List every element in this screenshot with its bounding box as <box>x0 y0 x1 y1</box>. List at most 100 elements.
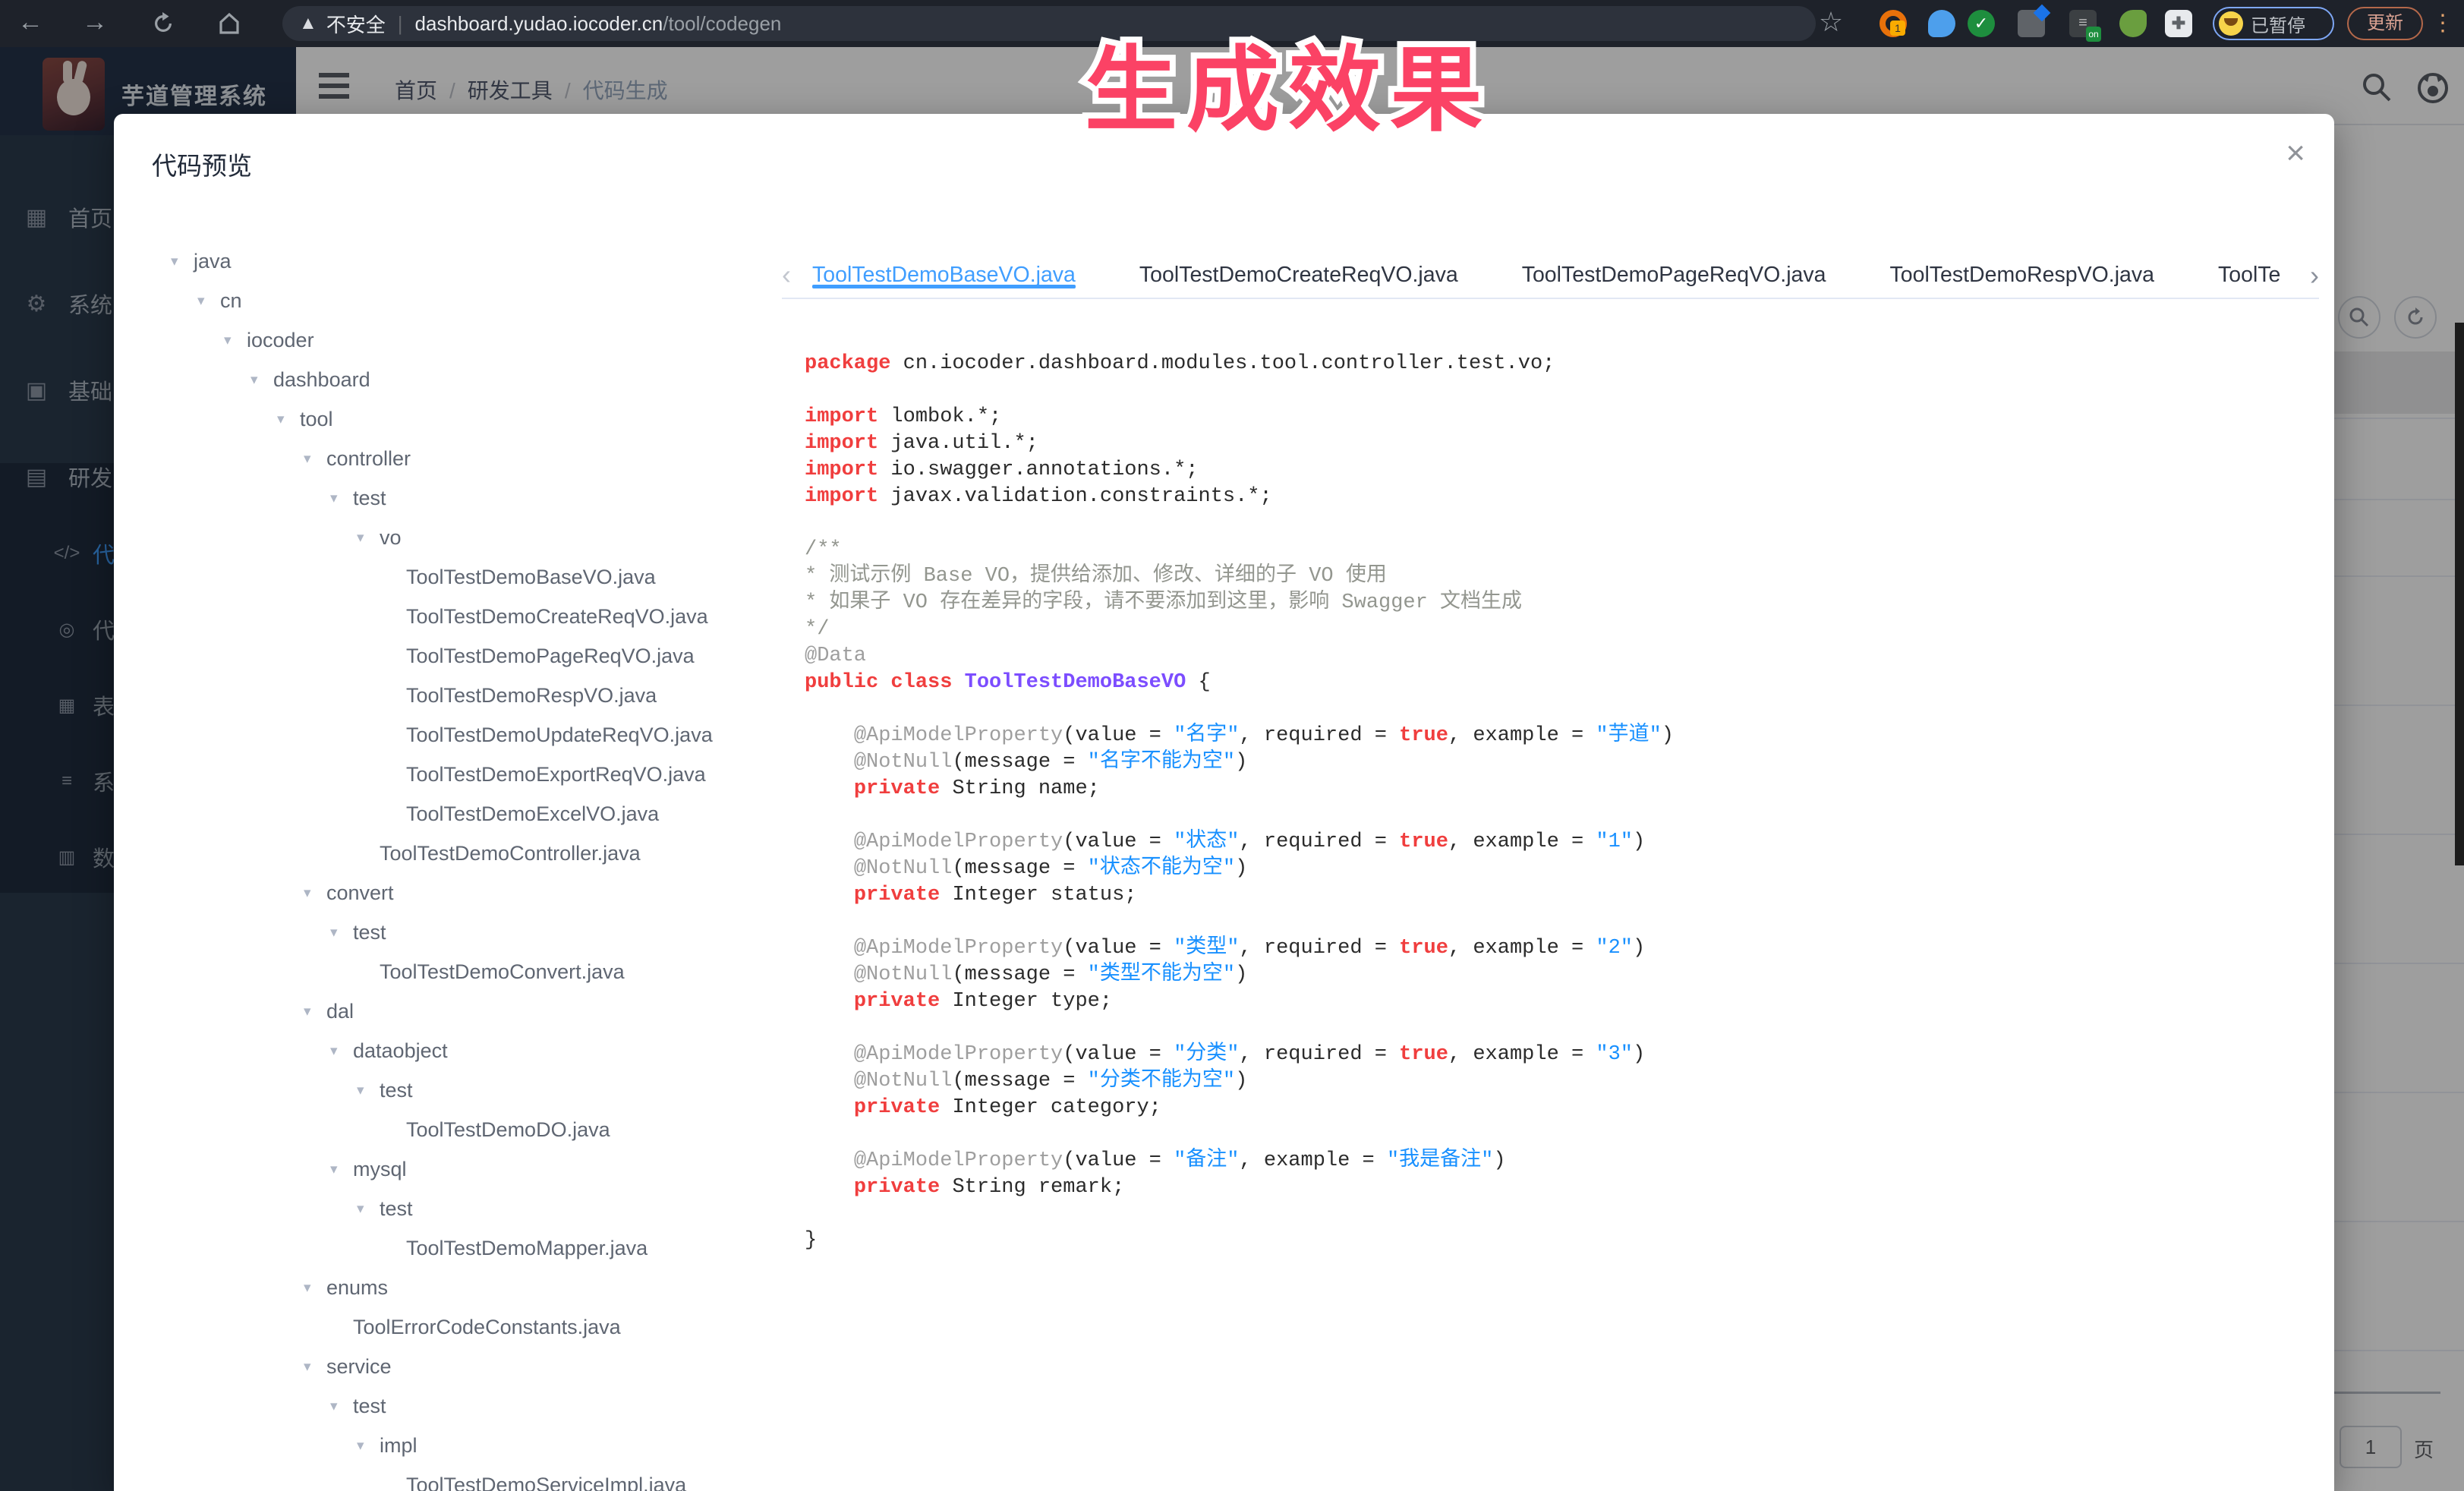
tree-item-label: ToolTestDemoBaseVO.java <box>406 566 656 589</box>
tree-item-file[interactable]: ToolTestDemoExportReqVO.java <box>156 755 793 794</box>
tree-item-file[interactable]: ToolErrorCodeConstants.java <box>156 1307 793 1347</box>
close-icon[interactable]: × <box>2286 137 2305 170</box>
tree-item-folder[interactable]: ▾dal <box>156 991 793 1031</box>
extension-icon-pin[interactable] <box>1928 10 1955 37</box>
forward-icon[interactable]: → <box>72 0 118 47</box>
caret-down-icon[interactable]: ▾ <box>304 450 326 468</box>
code-line: /** <box>805 537 2315 563</box>
caret-down-icon[interactable]: ▾ <box>357 1082 380 1099</box>
caret-down-icon[interactable]: ▾ <box>330 1398 353 1415</box>
tree-item-label: iocoder <box>247 329 314 352</box>
paused-label: 已暂停 <box>2251 11 2305 37</box>
back-icon[interactable]: ← <box>8 0 53 47</box>
caret-down-icon[interactable]: ▾ <box>171 253 194 270</box>
tree-item-label: dal <box>326 1000 354 1023</box>
url-path[interactable]: /tool/codegen <box>663 12 781 36</box>
tree-item-folder[interactable]: ▾iocoder <box>156 320 793 360</box>
tree-item-folder[interactable]: ▾impl <box>156 1426 793 1465</box>
emoji-face-icon <box>2219 11 2243 36</box>
puzzle-extension-icon[interactable]: ✚ <box>2165 10 2192 37</box>
caret-down-icon[interactable]: ▾ <box>197 292 220 310</box>
extension-icon-green-check[interactable]: ✓ <box>1968 10 1995 37</box>
tree-item-folder[interactable]: ▾tool <box>156 399 793 439</box>
tree-item-folder[interactable]: ▾java <box>156 241 793 281</box>
tree-item-folder[interactable]: ▾test <box>156 478 793 518</box>
tree-item-file[interactable]: ToolTestDemoRespVO.java <box>156 676 793 715</box>
paused-profile-chip[interactable]: 已暂停 <box>2213 7 2334 40</box>
tree-item-label: ToolTestDemoRespVO.java <box>406 684 657 708</box>
tab-next-icon[interactable]: › <box>2310 260 2319 292</box>
tree-item-folder[interactable]: ▾test <box>156 1386 793 1426</box>
extension-icon-blocks[interactable] <box>2018 10 2045 37</box>
kebab-menu-icon[interactable]: ⋮ <box>2431 3 2454 44</box>
tree-item-file[interactable]: ToolTestDemoUpdateReqVO.java <box>156 715 793 755</box>
tree-item-folder[interactable]: ▾cn <box>156 281 793 320</box>
code-line: public class ToolTestDemoBaseVO { <box>805 670 2315 696</box>
tree-item-file[interactable]: ToolTestDemoMapper.java <box>156 1228 793 1268</box>
tree-item-label: ToolTestDemoMapper.java <box>406 1237 648 1260</box>
tree-item-folder[interactable]: ▾controller <box>156 439 793 478</box>
tree-item-folder[interactable]: ▾enums <box>156 1268 793 1307</box>
caret-down-icon[interactable]: ▾ <box>330 1042 353 1060</box>
extension-icon-orange[interactable]: 1 <box>1880 10 1907 37</box>
caret-down-icon[interactable]: ▾ <box>357 529 380 547</box>
tree-item-folder[interactable]: ▾test <box>156 1070 793 1110</box>
tree-item-file[interactable]: ToolTestDemoConvert.java <box>156 952 793 991</box>
code-line: private Integer category; <box>805 1095 2315 1121</box>
caret-down-icon[interactable]: ▾ <box>304 1358 326 1376</box>
security-label[interactable]: 不安全 <box>326 10 386 38</box>
tree-item-file[interactable]: ToolTestDemoCreateReqVO.java <box>156 597 793 636</box>
bookmark-star-icon[interactable]: ☆ <box>1808 0 1854 47</box>
caret-down-icon[interactable]: ▾ <box>304 1279 326 1297</box>
code-line: import lombok.*; <box>805 404 2315 430</box>
url-host[interactable]: dashboard.yudao.iocoder.cn <box>415 12 663 36</box>
caret-down-icon[interactable]: ▾ <box>304 884 326 902</box>
tree-item-folder[interactable]: ▾dashboard <box>156 360 793 399</box>
tree-item-file[interactable]: ToolTestDemoExcelVO.java <box>156 794 793 834</box>
extension-icon-list[interactable]: ≡ on <box>2069 10 2097 37</box>
update-button[interactable]: 更新 <box>2347 7 2423 40</box>
caret-down-icon[interactable]: ▾ <box>330 924 353 941</box>
tree-item-folder[interactable]: ▾test <box>156 1189 793 1228</box>
file-tab[interactable]: ToolTe <box>2218 263 2280 287</box>
reload-icon[interactable] <box>140 0 186 47</box>
code-line: @ApiModelProperty(value = "状态", required… <box>805 829 2315 856</box>
file-tab[interactable]: ToolTestDemoPageReqVO.java <box>1522 263 1826 287</box>
tree-item-file[interactable]: ToolTestDemoController.java <box>156 834 793 873</box>
tree-item-file[interactable]: ToolTestDemoDO.java <box>156 1110 793 1149</box>
file-tree: ▾java▾cn▾iocoder▾dashboard▾tool▾controll… <box>156 241 793 1491</box>
caret-down-icon[interactable]: ▾ <box>357 1200 380 1218</box>
caret-down-icon[interactable]: ▾ <box>357 1437 380 1455</box>
caret-down-icon[interactable]: ▾ <box>330 490 353 507</box>
modal-title: 代码预览 <box>152 146 252 182</box>
caret-down-icon[interactable]: ▾ <box>330 1161 353 1178</box>
tree-item-label: dataobject <box>353 1039 448 1063</box>
extension-badge-on: on <box>2086 27 2101 42</box>
caret-down-icon[interactable]: ▾ <box>304 1003 326 1020</box>
tree-item-folder[interactable]: ▾test <box>156 913 793 952</box>
code-line <box>805 802 2315 829</box>
tree-item-label: ToolTestDemoPageReqVO.java <box>406 645 695 668</box>
tree-item-folder[interactable]: ▾vo <box>156 518 793 557</box>
tree-item-folder[interactable]: ▾dataobject <box>156 1031 793 1070</box>
home-icon[interactable] <box>206 0 252 47</box>
code-line <box>805 1121 2315 1148</box>
tree-item-folder[interactable]: ▾service <box>156 1347 793 1386</box>
extension-icon-plant[interactable] <box>2119 10 2147 37</box>
tree-item-label: vo <box>380 526 402 550</box>
caret-down-icon[interactable]: ▾ <box>224 332 247 349</box>
tree-item-label: service <box>326 1355 392 1379</box>
caret-down-icon[interactable]: ▾ <box>277 411 300 428</box>
file-tab[interactable]: ToolTestDemoCreateReqVO.java <box>1139 263 1458 287</box>
tree-item-label: ToolTestDemoDO.java <box>406 1118 610 1142</box>
tree-item-folder[interactable]: ▾mysql <box>156 1149 793 1189</box>
caret-down-icon[interactable]: ▾ <box>250 371 273 389</box>
address-bar[interactable]: ▲ 不安全 | dashboard.yudao.iocoder.cn/tool/… <box>282 6 1816 41</box>
tree-item-folder[interactable]: ▾convert <box>156 873 793 913</box>
file-tab[interactable]: ToolTestDemoBaseVO.java <box>812 263 1076 287</box>
tree-item-file[interactable]: ToolTestDemoPageReqVO.java <box>156 636 793 676</box>
file-tab[interactable]: ToolTestDemoRespVO.java <box>1890 263 2155 287</box>
tree-item-file[interactable]: ToolTestDemoBaseVO.java <box>156 557 793 597</box>
warning-triangle-icon[interactable]: ▲ <box>299 13 317 34</box>
tree-item-file[interactable]: ToolTestDemoServiceImpl.java <box>156 1465 793 1491</box>
